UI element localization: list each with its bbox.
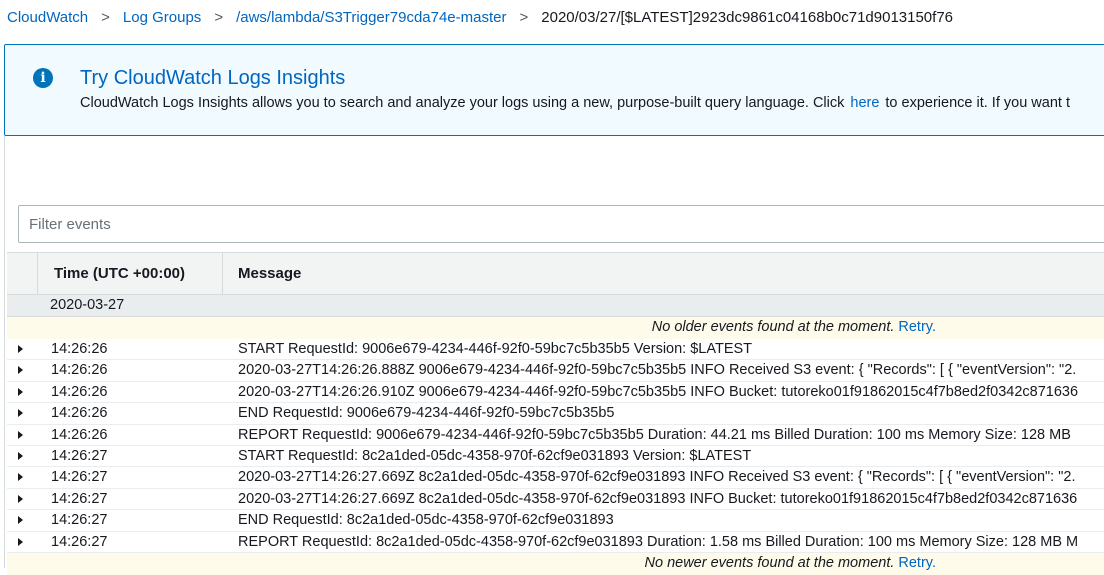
panel-border (4, 136, 5, 568)
log-event-message: START RequestId: 9006e679-4234-446f-92f0… (238, 341, 753, 357)
info-here-link[interactable]: here (850, 95, 879, 111)
info-icon: i (33, 68, 53, 88)
chevron-right-icon: > (101, 8, 110, 26)
log-event-message: 2020-03-27T14:26:27.669Z 8c2a1ded-05dc-4… (238, 490, 1078, 507)
date-group-row: 2020-03-27 (7, 295, 1104, 317)
breadcrumb-link-cloudwatch[interactable]: CloudWatch (7, 9, 88, 26)
log-event-row[interactable]: 14:26:26 2020-03-27T14:26:26.910Z 9006e67… (7, 382, 1104, 404)
breadcrumb-link-log-groups[interactable]: Log Groups (123, 9, 201, 26)
log-event-time: 14:26:26 (51, 383, 108, 400)
log-event-time: 14:26:26 (51, 405, 108, 422)
log-event-time: 14:26:27 (51, 469, 108, 486)
column-divider (222, 253, 223, 295)
expand-caret-icon[interactable] (18, 537, 23, 546)
log-event-row[interactable]: 14:26:27 END RequestId: 8c2a1ded-05dc-435… (7, 510, 1104, 532)
log-event-time: 14:26:27 (51, 490, 108, 507)
chevron-right-icon: > (519, 8, 529, 26)
expand-caret-icon[interactable] (18, 451, 23, 460)
retry-older-link[interactable]: Retry. (898, 319, 936, 335)
log-event-row[interactable]: 14:26:26 END RequestId: 9006e679-4234-446… (7, 403, 1104, 425)
table-header: Time (UTC +00:00) Message (7, 252, 1104, 295)
chevron-right-icon: > (214, 8, 224, 26)
log-event-row[interactable]: 14:26:26 REPORT RequestId: 9006e679-4234-… (7, 425, 1104, 446)
log-event-message: 2020-03-27T14:26:26.910Z 9006e679-4234-4… (238, 383, 1079, 400)
log-events-list: 14:26:26 START RequestId: 9006e679-4234-4… (7, 339, 1104, 553)
log-event-message: END RequestId: 9006e679-4234-446f-92f0-5… (238, 405, 615, 422)
log-event-row[interactable]: 14:26:26 2020-03-27T14:26:26.888Z 9006e67… (7, 360, 1104, 382)
filter-events-input[interactable] (18, 205, 1104, 243)
no-older-text: No older events found at the moment. (651, 319, 895, 335)
breadcrumb: CloudWatch > Log Groups > /aws/lambda/S3… (7, 0, 1104, 34)
log-event-time: 14:26:26 (51, 341, 108, 357)
no-newer-text: No newer events found at the moment. (644, 555, 895, 571)
column-header-message[interactable]: Message (238, 265, 301, 282)
log-event-time: 14:26:26 (51, 362, 108, 379)
breadcrumb-link-log-group[interactable]: /aws/lambda/S3Trigger79cda74e-master (236, 9, 506, 26)
no-older-events-notice: No older events found at the moment. Retr… (7, 317, 1104, 339)
log-event-message: REPORT RequestId: 9006e679-4234-446f-92f… (238, 426, 1071, 443)
date-label: 2020-03-27 (50, 297, 125, 313)
log-event-row[interactable]: 14:26:27 2020-03-27T14:26:27.669Z 8c2a1de… (7, 489, 1104, 511)
insights-info-banner: i Try CloudWatch Logs Insights CloudWatc… (4, 44, 1104, 136)
info-title: Try CloudWatch Logs Insights (80, 67, 346, 89)
expand-caret-icon[interactable] (18, 430, 23, 439)
retry-newer-link[interactable]: Retry. (898, 555, 936, 571)
info-text: CloudWatch Logs Insights allows you to s… (80, 95, 1070, 111)
column-header-time[interactable]: Time (UTC +00:00) (54, 265, 185, 282)
log-event-message: REPORT RequestId: 8c2a1ded-05dc-4358-970… (238, 533, 1079, 550)
log-event-row[interactable]: 14:26:27 2020-03-27T14:26:27.669Z 8c2a1de… (7, 467, 1104, 489)
no-newer-events-notice: No newer events found at the moment. Retr… (7, 553, 1104, 575)
expand-caret-icon[interactable] (18, 494, 23, 503)
column-divider (37, 253, 38, 295)
log-event-time: 14:26:26 (51, 426, 108, 443)
expand-caret-icon[interactable] (18, 409, 23, 418)
log-event-time: 14:26:27 (51, 447, 108, 464)
log-event-row[interactable]: 14:26:26 START RequestId: 9006e679-4234-4… (7, 339, 1104, 361)
log-event-message: START RequestId: 8c2a1ded-05dc-4358-970f… (238, 447, 752, 464)
breadcrumb-current: 2020/03/27/[$LATEST]2923dc9861c04168b0c7… (541, 8, 954, 26)
log-event-row[interactable]: 14:26:27 START RequestId: 8c2a1ded-05dc-4… (7, 446, 1104, 468)
info-text-before: CloudWatch Logs Insights allows you to s… (80, 95, 845, 111)
expand-caret-icon[interactable] (18, 387, 23, 396)
expand-caret-icon[interactable] (18, 345, 23, 353)
log-event-time: 14:26:27 (51, 512, 108, 529)
log-event-message: END RequestId: 8c2a1ded-05dc-4358-970f-6… (238, 512, 614, 529)
log-event-time: 14:26:27 (51, 533, 108, 550)
expand-caret-icon[interactable] (18, 473, 23, 482)
log-event-message: 2020-03-27T14:26:26.888Z 9006e679-4234-4… (238, 362, 1077, 379)
expand-caret-icon[interactable] (18, 366, 23, 375)
log-event-row[interactable]: 14:26:27 REPORT RequestId: 8c2a1ded-05dc-… (7, 532, 1104, 553)
log-event-message: 2020-03-27T14:26:27.669Z 8c2a1ded-05dc-4… (238, 469, 1076, 486)
expand-caret-icon[interactable] (18, 516, 23, 525)
info-text-after: to experience it. If you want t (885, 95, 1070, 111)
